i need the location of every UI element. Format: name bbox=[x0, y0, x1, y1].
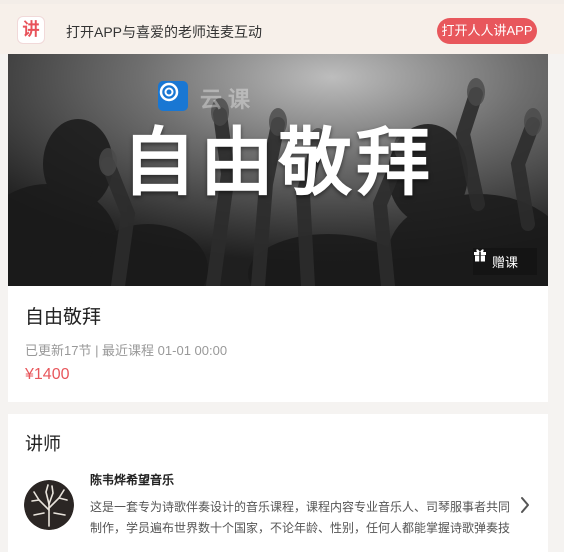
course-cover-image: 云课 自由敬拜 赠课 bbox=[8, 54, 548, 286]
open-app-button[interactable]: 打开人人讲APP bbox=[437, 18, 537, 44]
gift-course-button[interactable]: 赠课 bbox=[473, 248, 537, 275]
open-app-banner[interactable]: 讲 打开APP与喜爱的老师连麦互动 打开人人讲APP bbox=[0, 0, 564, 54]
course-title: 自由敬拜 bbox=[25, 307, 102, 328]
app-logo-char: 讲 bbox=[22, 19, 40, 40]
teacher-section: 讲师 陈韦烨希望音乐 这是一套专为诗歌伴奏设计的音乐课程，课程内容专业音乐人、司… bbox=[8, 414, 548, 552]
teacher-avatar[interactable] bbox=[24, 480, 74, 530]
teacher-description-line: 这是一套专为诗歌伴奏设计的音乐课程，课程内容专业音乐人、司琴服事者共同 bbox=[90, 500, 511, 514]
teacher-name[interactable]: 陈韦烨希望音乐 bbox=[90, 471, 174, 488]
app-banner-text: 打开APP与喜爱的老师连麦互动 bbox=[66, 24, 263, 40]
tree-logo-icon bbox=[24, 480, 74, 530]
page-edge bbox=[548, 54, 564, 552]
cover-title: 自由敬拜 bbox=[122, 120, 434, 206]
watermark-text: 云课 bbox=[200, 88, 257, 113]
teacher-section-heading: 讲师 bbox=[25, 434, 61, 454]
course-info-card: 自由敬拜 已更新17节 | 最近课程 01-01 00:00 ¥1400 bbox=[8, 286, 548, 402]
course-price: ¥1400 bbox=[25, 366, 70, 383]
teacher-description: 这是一套专为诗歌伴奏设计的音乐课程，课程内容专业音乐人、司琴服事者共同 制作，学… bbox=[90, 497, 515, 539]
app-logo: 讲 bbox=[17, 16, 45, 44]
watermark-logo-icon bbox=[158, 81, 188, 111]
gift-icon bbox=[474, 249, 486, 262]
teacher-description-line: 制作，学员遍布世界数十个国家，不论年龄、性别，任何人都能掌握诗歌弹奏技 bbox=[90, 521, 511, 535]
course-meta: 已更新17节 | 最近课程 01-01 00:00 bbox=[25, 343, 228, 358]
gift-label: 赠课 bbox=[491, 255, 518, 270]
chevron-right-icon[interactable] bbox=[518, 494, 532, 516]
